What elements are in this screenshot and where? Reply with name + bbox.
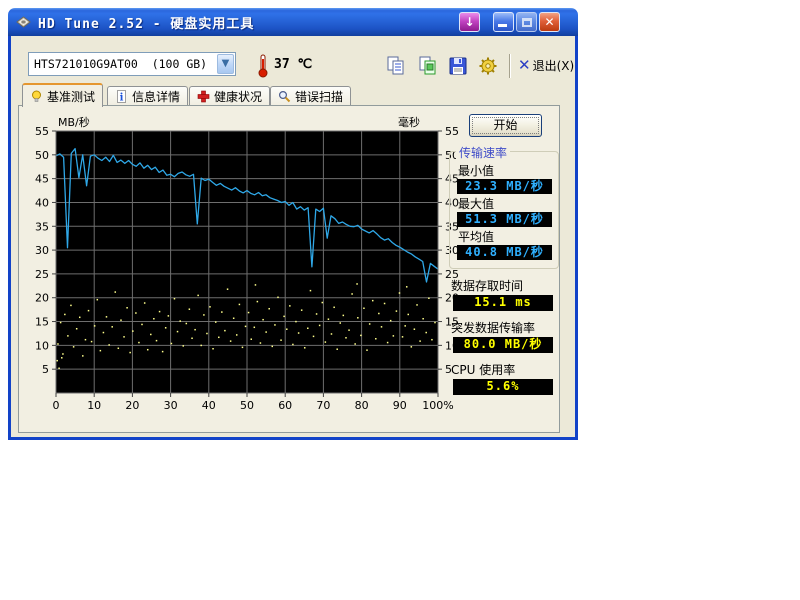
svg-text:25: 25 xyxy=(35,268,49,281)
close-button[interactable]: ✕ xyxy=(539,12,560,32)
tab-benchmark[interactable]: 基准测试 xyxy=(22,83,103,107)
burst-rate-label: 突发数据传输率 xyxy=(451,319,535,336)
max-value-display: 51.3 MB/秒 xyxy=(457,212,552,227)
svg-text:100%: 100% xyxy=(422,399,453,412)
svg-text:5: 5 xyxy=(42,363,49,376)
svg-text:30: 30 xyxy=(164,399,178,412)
benchmark-panel: MB/秒 毫秒 55101015152020252530303535404045… xyxy=(18,105,560,433)
drive-select[interactable]: HTS721010G9AT00 (100 GB) ▼ xyxy=(28,52,236,76)
min-label: 最小值 xyxy=(458,162,494,179)
temperature-value: 37 ℃ xyxy=(274,57,312,72)
transfer-rate-group: 传输速率 最小值 23.3 MB/秒 最大值 51.3 MB/秒 平均值 40.… xyxy=(449,151,559,269)
toolbar-separator xyxy=(509,54,511,78)
maximize-button[interactable] xyxy=(516,12,537,32)
min-value-display: 23.3 MB/秒 xyxy=(457,179,552,194)
chevron-down-icon[interactable]: ▼ xyxy=(217,54,234,74)
avg-value-display: 40.8 MB/秒 xyxy=(457,245,552,260)
exit-x-icon: ✕ xyxy=(518,56,531,74)
svg-text:20: 20 xyxy=(35,292,49,305)
maximize-icon xyxy=(522,18,532,27)
svg-text:40: 40 xyxy=(35,196,49,209)
access-time-display: 15.1 ms xyxy=(453,295,553,311)
minimize-icon xyxy=(498,24,507,27)
avg-label: 平均值 xyxy=(458,228,494,245)
svg-text:90: 90 xyxy=(393,399,407,412)
svg-text:55: 55 xyxy=(35,125,49,138)
app-icon[interactable] xyxy=(15,14,32,30)
svg-text:30: 30 xyxy=(35,244,49,257)
health-icon xyxy=(197,90,210,103)
svg-text:50: 50 xyxy=(35,149,49,162)
drive-select-value: HTS721010G9AT00 (100 GB) xyxy=(29,57,217,71)
cpu-usage-display: 5.6% xyxy=(453,379,553,395)
burst-rate-display: 80.0 MB/秒 xyxy=(453,337,553,353)
cpu-usage-label: CPU 使用率 xyxy=(451,361,515,378)
info-icon: i xyxy=(115,90,128,103)
start-button[interactable]: 开始 xyxy=(469,114,542,137)
tab-info[interactable]: i 信息详情 xyxy=(107,86,188,106)
tab-label: 错误扫描 xyxy=(295,88,343,105)
minimize-button[interactable] xyxy=(493,12,514,32)
download-button[interactable]: ↓ xyxy=(459,12,480,32)
tab-label: 健康状况 xyxy=(214,88,262,105)
svg-text:10: 10 xyxy=(87,399,101,412)
tab-health[interactable]: 健康状况 xyxy=(189,86,270,106)
svg-text:i: i xyxy=(120,93,124,104)
svg-text:60: 60 xyxy=(278,399,292,412)
scan-icon xyxy=(278,90,291,103)
svg-text:80: 80 xyxy=(355,399,369,412)
tab-label: 基准测试 xyxy=(47,88,95,105)
title-bar[interactable]: HD Tune 2.52 - 硬盘实用工具 ↓ ✕ xyxy=(8,8,578,36)
copy-screenshot-icon[interactable] xyxy=(417,56,439,76)
svg-text:10: 10 xyxy=(35,339,49,352)
desktop: HD Tune 2.52 - 硬盘实用工具 ↓ ✕ HTS721010G9AT0… xyxy=(0,0,800,600)
benchmark-chart: 5510101515202025253030353540404545505055… xyxy=(19,106,479,416)
hd-tune-window: HD Tune 2.52 - 硬盘实用工具 ↓ ✕ HTS721010G9AT0… xyxy=(8,8,578,440)
svg-text:15: 15 xyxy=(35,316,49,329)
window-title: HD Tune 2.52 - 硬盘实用工具 xyxy=(38,13,254,32)
svg-text:45: 45 xyxy=(35,173,49,186)
svg-text:55: 55 xyxy=(445,125,459,138)
benchmark-icon xyxy=(30,90,43,103)
access-time-label: 数据存取时间 xyxy=(451,277,523,294)
group-title: 传输速率 xyxy=(456,144,510,161)
svg-text:0: 0 xyxy=(53,399,60,412)
svg-text:20: 20 xyxy=(125,399,139,412)
max-label: 最大值 xyxy=(458,195,494,212)
svg-text:35: 35 xyxy=(35,220,49,233)
svg-text:50: 50 xyxy=(240,399,254,412)
exit-label: 退出(X) xyxy=(533,57,575,74)
svg-text:40: 40 xyxy=(202,399,216,412)
copy-text-icon[interactable] xyxy=(385,56,407,76)
options-icon[interactable] xyxy=(477,56,499,76)
tab-label: 信息详情 xyxy=(132,88,180,105)
svg-text:70: 70 xyxy=(316,399,330,412)
thermometer-icon xyxy=(256,54,270,78)
exit-button[interactable]: ✕ 退出(X) xyxy=(518,56,574,74)
tab-error-scan[interactable]: 错误扫描 xyxy=(270,86,351,106)
save-screenshot-icon[interactable] xyxy=(447,56,469,76)
